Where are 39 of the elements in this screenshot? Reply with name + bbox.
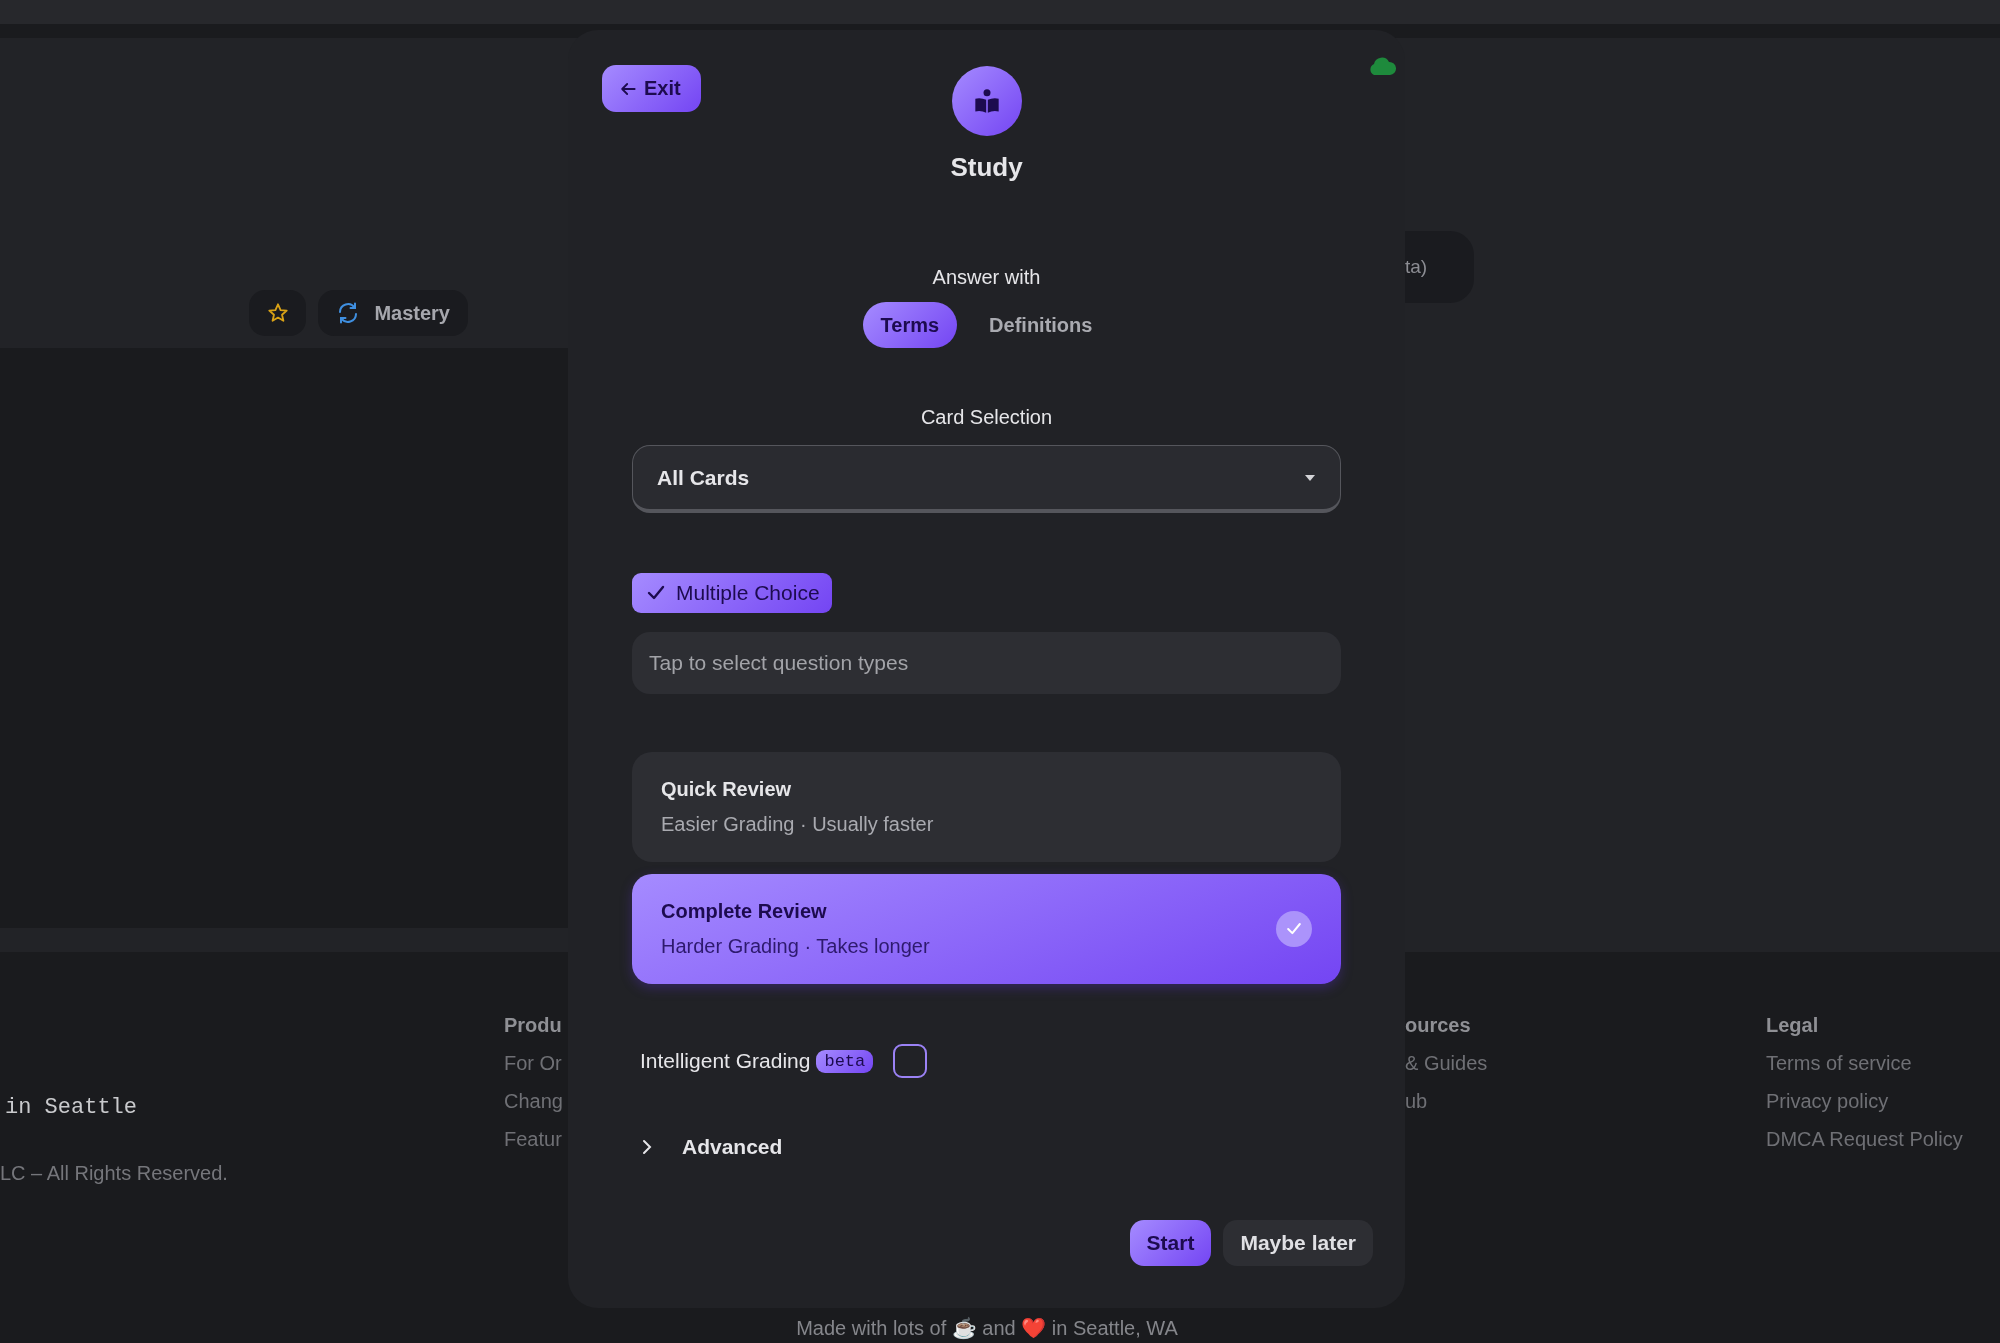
- copyright-text: LC – All Rights Reserved.: [0, 1162, 228, 1185]
- favorite-button[interactable]: [249, 290, 307, 336]
- footer-link[interactable]: For Or: [504, 1052, 563, 1075]
- reader-book-icon: [972, 87, 1001, 115]
- dialog-title: Study: [950, 152, 1023, 183]
- card-selection-label: Card Selection: [919, 406, 1054, 429]
- footer-link[interactable]: Chang: [504, 1090, 563, 1113]
- footer-link[interactable]: Privacy policy: [1766, 1090, 1963, 1113]
- footer-link[interactable]: Featur: [504, 1128, 563, 1151]
- mastery-button[interactable]: Mastery: [318, 290, 468, 336]
- footer-link[interactable]: & Guides: [1405, 1052, 1488, 1075]
- question-types-field[interactable]: Tap to select question types: [632, 632, 1341, 694]
- cloud-icon: [1368, 55, 1396, 75]
- advanced-toggle[interactable]: Advanced: [632, 1134, 789, 1160]
- start-button[interactable]: Start: [1129, 1220, 1212, 1266]
- footer-heading: Legal: [1766, 1014, 1820, 1037]
- checkbox[interactable]: [893, 1044, 928, 1078]
- review-mode-option[interactable]: Complete Review Harder Grading · Takes longer: [632, 874, 1341, 984]
- question-type-chip[interactable]: Multiple Choice: [632, 573, 832, 613]
- answer-tab[interactable]: Terms: [862, 302, 958, 348]
- caret-icon: [1304, 473, 1316, 482]
- intelligent-grading-label: Intelligent Grading: [640, 1049, 811, 1073]
- beta-badge: beta: [816, 1049, 874, 1073]
- credit-text: Made with lots of ☕ and ❤ in Seattle, WA: [796, 1317, 1178, 1339]
- answer-with-label: Answer with: [931, 266, 1042, 289]
- exit-button[interactable]: Exit: [602, 65, 701, 112]
- card-selection-dropdown[interactable]: All Cards: [632, 445, 1341, 513]
- footer-heading: Produ: [504, 1014, 563, 1037]
- answer-tab[interactable]: Definitions: [971, 302, 1111, 348]
- star-icon: [266, 302, 289, 324]
- footer-link[interactable]: ub: [1405, 1090, 1488, 1113]
- check-icon: [1276, 911, 1312, 947]
- footer-link[interactable]: DMCA Request Policy: [1766, 1128, 1963, 1151]
- footer-heading: ources: [1405, 1014, 1472, 1037]
- footer-link[interactable]: Terms of service: [1766, 1052, 1963, 1075]
- later-button[interactable]: Maybe later: [1223, 1220, 1373, 1266]
- footer-tagline: in Seattle: [5, 1095, 138, 1120]
- menu-pill[interactable]: ta): [1405, 231, 1474, 303]
- review-mode-option[interactable]: Quick Review Easier Grading · Usually faster: [632, 752, 1341, 862]
